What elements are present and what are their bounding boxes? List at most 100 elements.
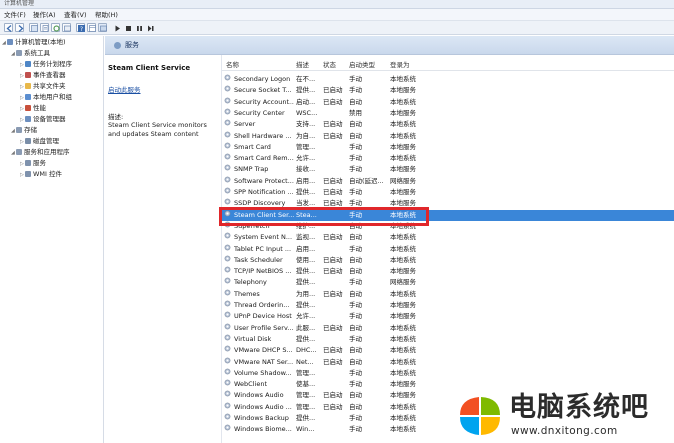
table-row[interactable]: Themes 为用... 已启动 自动 本地系统 [222, 289, 674, 300]
tree-item-disk[interactable]: ▷ 磁盘管理 [20, 137, 59, 146]
tree-item-tools[interactable]: ◢ 系统工具 [11, 49, 50, 58]
service-startup-cell: 手动 [349, 414, 362, 422]
service-logon-cell: 本地系统 [390, 402, 416, 411]
service-status-cell: 已启动 [323, 188, 343, 196]
service-startup-cell: 手动 [349, 75, 362, 83]
service-status-cell: 已启动 [323, 233, 343, 242]
service-name-cell: Windows Audio [234, 391, 284, 400]
device-manager-icon [25, 116, 31, 122]
table-row[interactable]: Virtual Disk 提供... 手动 本地系统 [222, 334, 674, 345]
service-name-cell: Secure Socket T... [234, 86, 292, 95]
tree-item-clock[interactable]: ▷ 任务计划程序 [20, 60, 72, 69]
service-logon-cell: 本地系统 [390, 357, 416, 366]
description-text: Steam Client Service monitors and update… [108, 121, 207, 138]
table-row[interactable]: Task Scheduler 使用... 已启动 自动 本地系统 [222, 255, 674, 266]
service-name-cell: Software Protect... [234, 176, 294, 185]
table-row[interactable]: Telephony 提供... 手动 网络服务 [222, 277, 674, 288]
menu-file[interactable]: 文件(F) [4, 10, 26, 20]
service-startup-cell: 手动 [349, 368, 362, 377]
service-logon-cell: 本地系统 [390, 255, 416, 264]
stop-service-icon[interactable] [123, 23, 132, 32]
console-tree-icon[interactable] [29, 23, 38, 32]
service-logon-cell: 本地系统 [390, 97, 416, 106]
tree-item-computer[interactable]: ◢ 计算机管理(本地) [2, 38, 66, 47]
brand-url: www.dnxitong.com [511, 425, 618, 437]
menu-action[interactable]: 操作(A) [33, 10, 56, 20]
tree-item-services[interactable]: ▷ 服务 [20, 159, 46, 168]
service-gear-icon [224, 142, 231, 149]
service-name-cell: Security Center [234, 108, 285, 117]
service-gear-icon [224, 402, 231, 409]
table-row[interactable]: Thread Orderin... 提供... 手动 本地服务 [222, 300, 674, 311]
service-gear-icon [224, 164, 231, 171]
menu-help[interactable]: 帮助(H) [95, 10, 118, 20]
start-service-link[interactable]: 启动此服务 [108, 84, 141, 94]
column-header-status[interactable]: 状态 [323, 60, 336, 70]
service-logon-cell: 本地系统 [390, 414, 416, 422]
tree-item-wmi[interactable]: ▷ WMI 控件 [20, 170, 62, 179]
table-row[interactable]: Volume Shadow... 管理... 手动 本地系统 [222, 368, 674, 379]
service-startup-cell: 自动 [349, 97, 362, 106]
column-header-startup-type[interactable]: 启动类型 [349, 60, 375, 70]
service-logon-cell: 本地系统 [390, 425, 416, 434]
table-row[interactable]: SPP Notification ... 提供... 已启动 手动 本地服务 [222, 187, 674, 198]
service-logon-cell: 本地服务 [390, 380, 416, 389]
service-startup-cell: 手动 [349, 244, 362, 253]
table-row[interactable]: Server 支持... 已启动 自动 本地系统 [222, 119, 674, 130]
service-status-cell: 已启动 [323, 176, 343, 185]
table-row[interactable]: Smart Card 管理... 手动 本地服务 [222, 142, 674, 153]
table-row[interactable]: User Profile Serv... 此服... 已启动 自动 本地系统 [222, 323, 674, 334]
refresh-icon[interactable] [51, 23, 60, 32]
service-gear-icon [224, 311, 231, 318]
column-header-logon-as[interactable]: 登录为 [390, 60, 410, 70]
service-startup-cell: 自动 [349, 357, 362, 366]
table-row[interactable]: VMware DHCP S... DHC... 已启动 自动 本地系统 [222, 345, 674, 356]
view-icon[interactable] [87, 23, 96, 32]
help-icon[interactable]: ? [76, 23, 85, 33]
tree-item-folder[interactable]: ▷ 共享文件夹 [20, 82, 66, 91]
selected-row-highlight-box [219, 207, 429, 226]
restart-service-icon[interactable] [145, 23, 154, 32]
table-row[interactable]: VMware NAT Ser... Net... 已启动 自动 本地系统 [222, 357, 674, 368]
service-name-cell: Telephony [234, 278, 267, 287]
tree-item-device-manager[interactable]: ▷ 设备管理器 [20, 115, 66, 124]
table-row[interactable]: TCP/IP NetBIOS ... 提供... 已启动 自动 本地服务 [222, 266, 674, 277]
svg-text:?: ? [80, 26, 83, 33]
service-startup-cell: 手动 [349, 278, 362, 287]
tree-item-users[interactable]: ▷ 本地用户和组 [20, 93, 72, 102]
properties-icon[interactable] [40, 23, 49, 32]
service-gear-icon [224, 74, 231, 81]
forward-icon[interactable] [15, 23, 24, 32]
table-row[interactable]: Shell Hardware ... 为自... 已启动 自动 本地系统 [222, 131, 674, 142]
services-view-icon[interactable] [98, 23, 107, 32]
service-name-cell: Smart Card Rem... [234, 154, 294, 163]
table-row[interactable]: SNMP Trap 接收... 手动 本地服务 [222, 164, 674, 175]
service-description-cell: 监视... [296, 233, 316, 242]
column-header-description[interactable]: 描述 [296, 60, 309, 70]
table-row[interactable]: System Event N... 监视... 已启动 自动 本地系统 [222, 232, 674, 243]
service-startup-cell: 手动 [349, 154, 362, 163]
menu-view[interactable]: 查看(V) [64, 10, 87, 20]
table-row[interactable]: UPnP Device Host 允许... 手动 本地服务 [222, 311, 674, 322]
table-row[interactable]: Tablet PC Input ... 启用... 手动 本地系统 [222, 244, 674, 255]
service-gear-icon [224, 413, 231, 420]
back-icon[interactable] [4, 23, 13, 32]
table-row[interactable]: Secure Socket T... 提供... 已启动 手动 本地服务 [222, 85, 674, 96]
table-row[interactable]: Software Protect... 启用... 已启动 自动(延迟... 网络服务 [222, 176, 674, 187]
start-service-icon[interactable] [112, 23, 121, 32]
service-gear-icon [224, 345, 231, 352]
table-row[interactable]: Security Center WSC... 禁用 本地服务 [222, 108, 674, 119]
column-header-name[interactable]: 名称 [226, 60, 239, 70]
service-name-cell: User Profile Serv... [234, 323, 294, 332]
table-row[interactable]: Security Account... 启动... 已启动 自动 本地系统 [222, 97, 674, 108]
tree-item-services-apps[interactable]: ◢ 服务和应用程序 [11, 148, 70, 157]
pause-service-icon[interactable] [134, 23, 143, 32]
table-row[interactable]: Smart Card Rem... 允许... 手动 本地系统 [222, 153, 674, 164]
export-icon[interactable] [62, 23, 71, 32]
service-description-cell: 使用... [296, 255, 316, 264]
tree-item-performance[interactable]: ▷ 性能 [20, 104, 46, 113]
tree-item-event-viewer[interactable]: ▷ 事件查看器 [20, 71, 66, 80]
tree-item-storage[interactable]: ◢ 存储 [11, 126, 37, 135]
service-logon-cell: 本地系统 [390, 334, 416, 343]
table-row[interactable]: Secondary Logon 在不... 手动 本地系统 [222, 74, 674, 85]
